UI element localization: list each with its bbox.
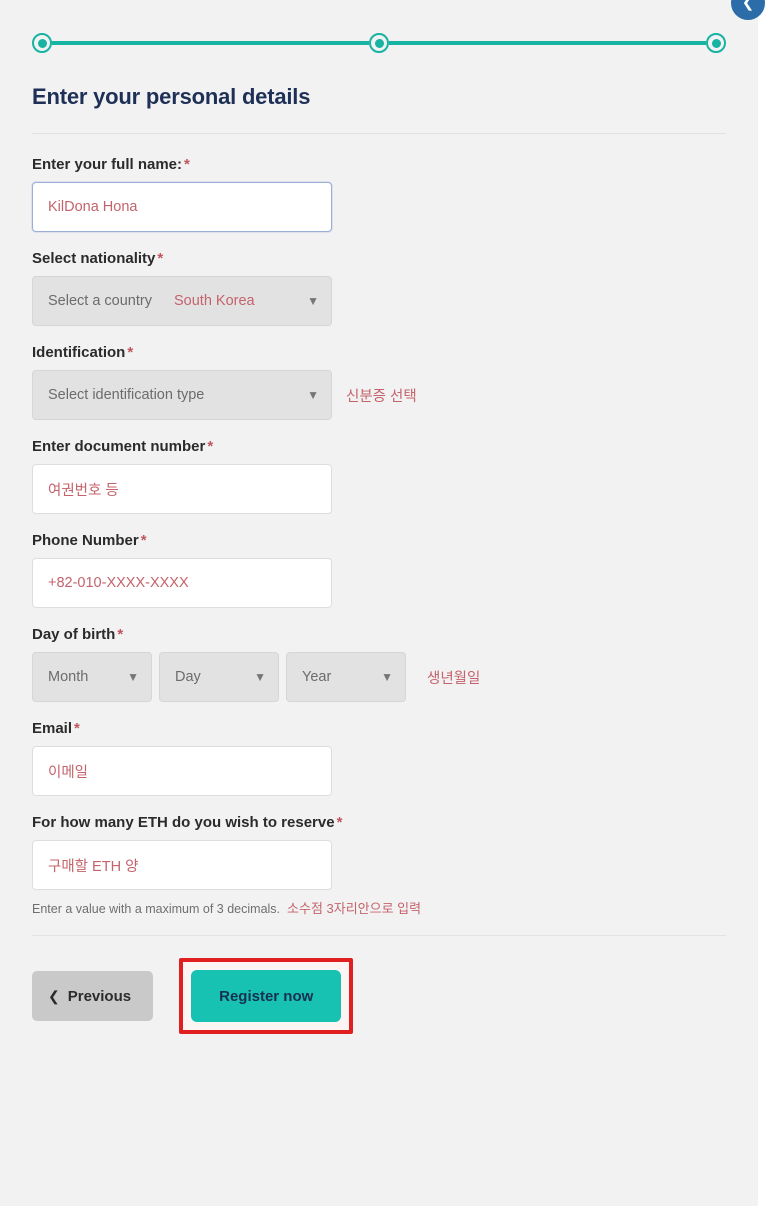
eth-amount-helper-row: Enter a value with a maximum of 3 decima…: [32, 898, 726, 917]
required-marker: *: [184, 156, 190, 173]
required-marker: *: [127, 344, 134, 361]
field-eth-amount: For how many ETH do you wish to reserve *…: [32, 814, 726, 917]
progress-stepper: [32, 0, 726, 56]
email-input[interactable]: 이메일: [32, 746, 332, 796]
stepper-line-2: [389, 41, 706, 45]
required-marker: *: [207, 438, 214, 455]
birth-year-select[interactable]: Year ▼: [286, 652, 406, 702]
register-now-button[interactable]: Register now: [191, 970, 342, 1022]
page-title: Enter your personal details: [32, 84, 311, 109]
required-marker: *: [74, 720, 80, 737]
chevron-down-icon: ▼: [254, 670, 266, 684]
field-phone-number: Phone Number * +82-010-XXXX-XXXX: [32, 532, 726, 608]
previous-button-label: Previous: [67, 987, 132, 1005]
field-email: Email * 이메일: [32, 720, 726, 796]
chevron-left-icon: ❮: [48, 987, 60, 1004]
day-of-birth-label: Day of birth *: [32, 626, 726, 643]
birth-day-select[interactable]: Day ▼: [159, 652, 279, 702]
eth-amount-label: For how many ETH do you wish to reserve *: [32, 814, 726, 831]
nationality-label-text: Select nationality: [32, 250, 156, 267]
day-of-birth-annotation: 생년월일: [427, 670, 481, 687]
phone-number-input[interactable]: +82-010-XXXX-XXXX: [32, 558, 332, 608]
eth-amount-helper-text: Enter a value with a maximum of 3 decima…: [32, 902, 281, 916]
chevron-down-icon: ▼: [307, 294, 319, 308]
identification-label-text: Identification: [32, 344, 126, 361]
birth-year-value: Year: [302, 669, 332, 685]
email-label-text: Email: [32, 720, 73, 737]
field-document-number: Enter document number * 여권번호 등: [32, 438, 726, 514]
full-name-input[interactable]: KilDona Hona: [32, 182, 332, 232]
previous-button[interactable]: ❮ Previous: [32, 971, 154, 1021]
stepper-track: [32, 33, 726, 53]
stepper-dot-2[interactable]: [369, 33, 389, 53]
field-nationality: Select nationality * Select a country Sou…: [32, 250, 726, 326]
registration-page: Enter your personal details Enter your f…: [0, 0, 758, 1206]
nationality-label: Select nationality *: [32, 250, 726, 267]
form-actions: ❮ Previous Register now: [32, 958, 726, 1034]
right-edge-gutter: [758, 0, 768, 1206]
day-of-birth-label-text: Day of birth: [32, 626, 116, 643]
field-identification: Identification * Select identification ty…: [32, 344, 726, 420]
phone-number-label: Phone Number *: [32, 532, 726, 549]
nationality-annotation: South Korea: [173, 293, 255, 309]
document-number-label: Enter document number *: [32, 438, 726, 455]
birth-month-value: Month: [48, 669, 89, 685]
stepper-dot-3[interactable]: [706, 33, 726, 53]
chevron-down-icon: ▼: [381, 670, 393, 684]
chevron-down-icon: ▼: [127, 670, 139, 684]
stepper-line-1: [52, 41, 369, 45]
eth-amount-helper-annotation: 소수점 3자리안으로 입력: [287, 901, 422, 916]
required-marker: *: [157, 250, 164, 267]
personal-details-form: Enter your full name: * KilDona Hona Sele…: [32, 134, 726, 917]
field-day-of-birth: Day of birth * Month ▼ Day ▼ Year ▼ 생년월일: [32, 626, 726, 702]
document-number-label-text: Enter document number: [32, 438, 206, 455]
chevron-down-icon: ▼: [307, 388, 319, 402]
birth-month-select[interactable]: Month ▼: [32, 652, 152, 702]
nationality-select[interactable]: Select a country South Korea ▼: [32, 276, 332, 326]
full-name-label-text: Enter your full name:: [32, 156, 183, 173]
full-name-label: Enter your full name: *: [32, 156, 726, 173]
identification-select[interactable]: Select identification type ▼: [32, 370, 332, 420]
birth-day-value: Day: [175, 669, 201, 685]
field-full-name: Enter your full name: * KilDona Hona: [32, 156, 726, 232]
footer-divider: [32, 935, 726, 936]
phone-number-label-text: Phone Number: [32, 532, 139, 549]
identification-selected-value: Select identification type: [48, 387, 205, 403]
required-marker: *: [336, 814, 343, 831]
identification-row: Select identification type ▼ 신분증 선택: [32, 370, 726, 420]
required-marker: *: [140, 532, 147, 549]
nationality-selected-value: Select a country: [48, 293, 152, 309]
stepper-dot-1[interactable]: [32, 33, 52, 53]
register-highlight-box: Register now: [179, 958, 354, 1034]
day-of-birth-row: Month ▼ Day ▼ Year ▼ 생년월일: [32, 652, 726, 702]
required-marker: *: [117, 626, 124, 643]
document-number-input[interactable]: 여권번호 등: [32, 464, 332, 514]
identification-annotation: 신분증 선택: [346, 388, 417, 405]
identification-label: Identification *: [32, 344, 726, 361]
eth-amount-input[interactable]: 구매할 ETH 양: [32, 840, 332, 890]
eth-amount-label-text: For how many ETH do you wish to reserve: [32, 814, 335, 831]
email-label: Email *: [32, 720, 726, 737]
